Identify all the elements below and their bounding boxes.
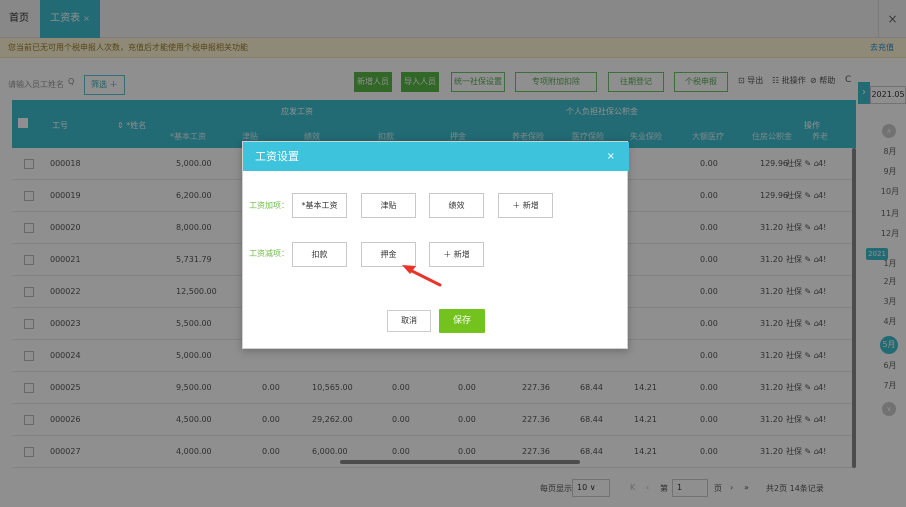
dialog-close-icon[interactable]: × bbox=[607, 142, 615, 171]
dialog-header: 工资设置 × bbox=[243, 142, 629, 171]
item-deduction[interactable]: 扣款 bbox=[292, 242, 347, 267]
save-button[interactable]: 保存 bbox=[439, 309, 485, 333]
item-performance[interactable]: 绩效 bbox=[429, 193, 484, 218]
dialog-title: 工资设置 bbox=[255, 150, 299, 163]
add-items-label: 工资加项： bbox=[249, 201, 289, 210]
item-base-salary[interactable]: *基本工资 bbox=[292, 193, 347, 218]
salary-settings-dialog: 工资设置 × 工资加项： *基本工资 津贴 绩效 ＋ 新增 工资减项： 扣款 押… bbox=[242, 141, 629, 349]
item-allowance[interactable]: 津贴 bbox=[361, 193, 416, 218]
cancel-button[interactable]: 取消 bbox=[387, 310, 431, 332]
add-plus-item-button[interactable]: ＋ 新增 bbox=[498, 193, 553, 218]
red-arrow-annotation bbox=[402, 265, 442, 287]
sub-items-label: 工资减项： bbox=[249, 249, 289, 258]
